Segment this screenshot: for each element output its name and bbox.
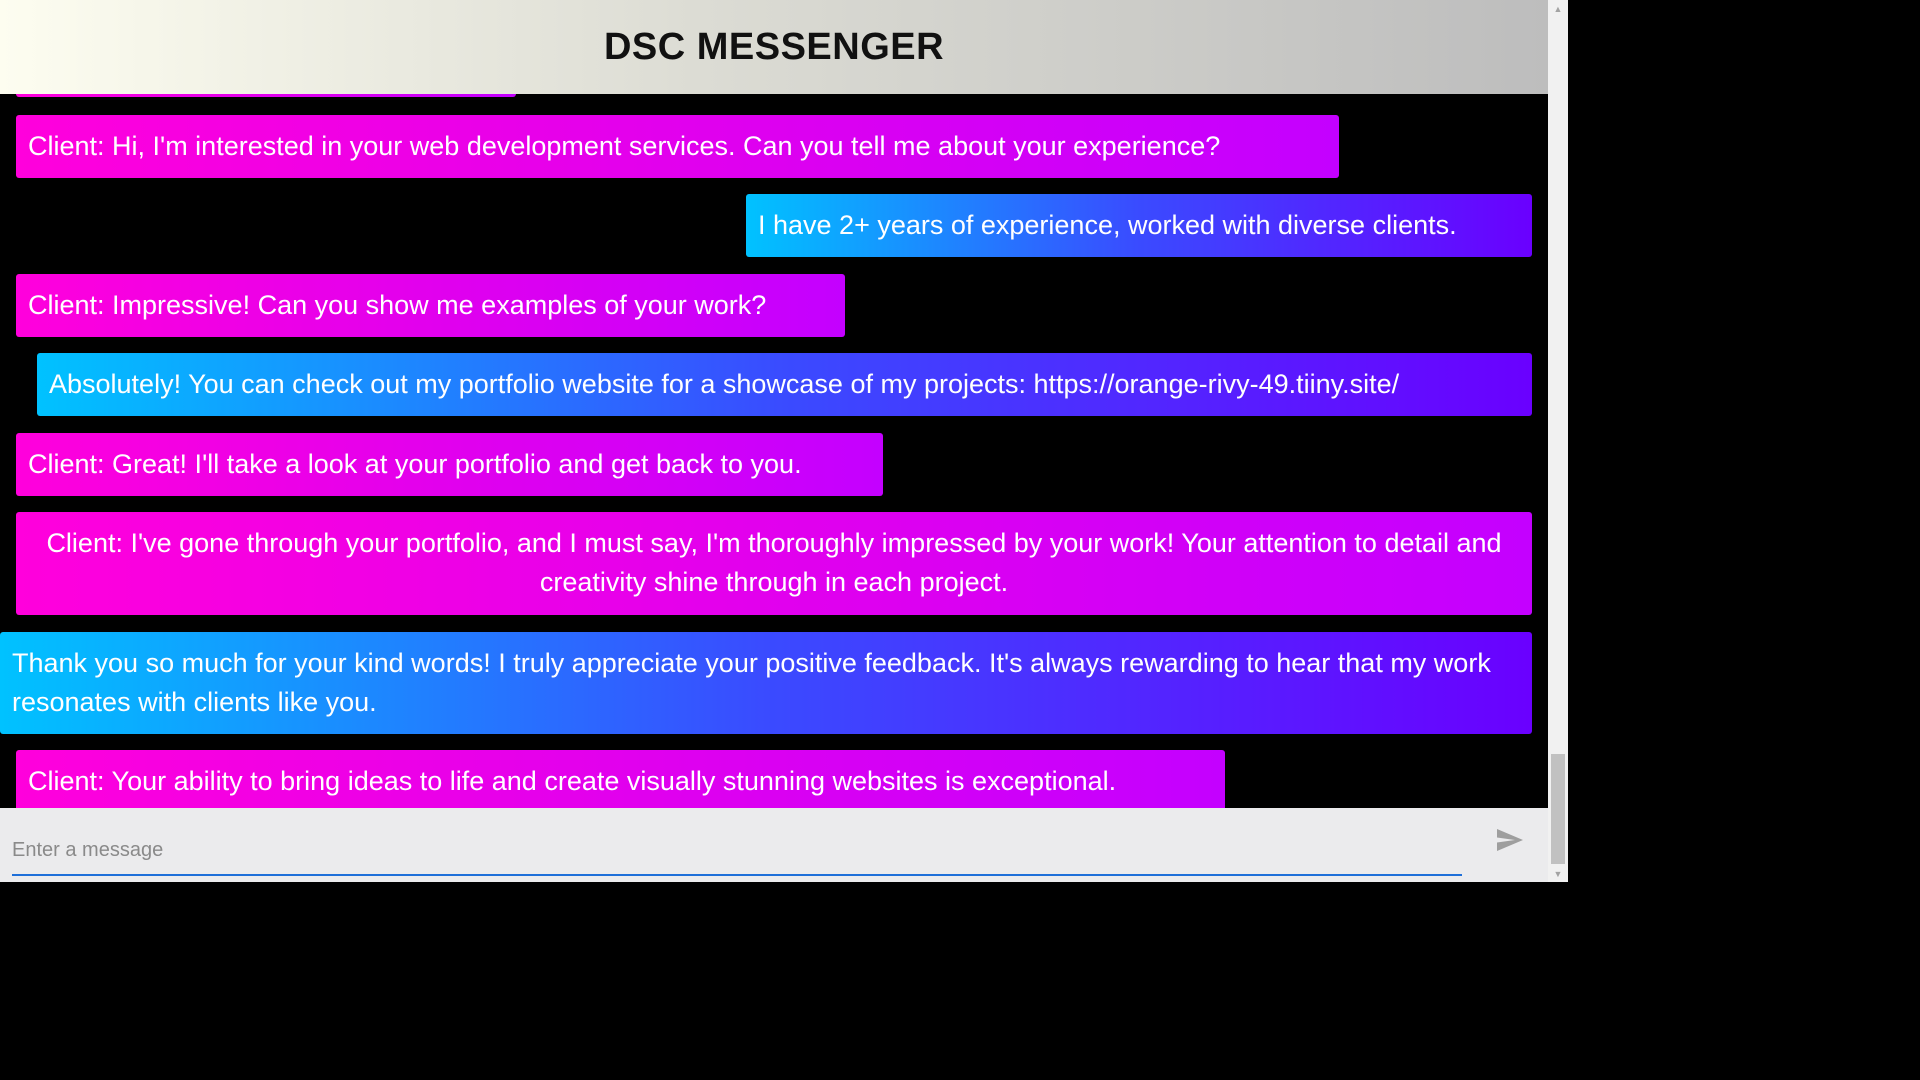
message-list[interactable]: Client: Hi, I'm interested in your web d… [0, 94, 1548, 808]
scroll-down-arrow-icon[interactable]: ▼ [1548, 865, 1568, 882]
message-bubble-client: Client: Great! I'll take a look at your … [16, 433, 883, 496]
scrollbar-thumb[interactable] [1551, 754, 1565, 864]
vertical-scrollbar[interactable]: ▲ ▼ [1548, 0, 1568, 882]
message-bubble-me: I have 2+ years of experience, worked wi… [746, 194, 1532, 257]
scroll-up-arrow-icon[interactable]: ▲ [1548, 0, 1568, 17]
message-bubble-me: Thank you so much for your kind words! I… [0, 632, 1532, 734]
message-bubble-client: Client: I've gone through your portfolio… [16, 512, 1532, 615]
messenger-app: DSC MESSENGER Client: Hi, I'm interested… [0, 0, 1548, 882]
composer-bar [0, 808, 1548, 882]
message-bubble-client: Client: Hi, I'm interested in your web d… [16, 115, 1339, 178]
message-bubble-client: Client: Impressive! Can you show me exam… [16, 274, 845, 337]
send-icon [1497, 829, 1523, 851]
app-title: DSC MESSENGER [603, 25, 945, 68]
message-bubble-me: Absolutely! You can check out my portfol… [37, 353, 1532, 416]
message-bubble-partial [16, 94, 516, 97]
message-input[interactable] [12, 826, 1462, 876]
send-button[interactable] [1490, 820, 1530, 860]
message-bubble-client: Client: Your ability to bring ideas to l… [16, 750, 1225, 808]
header-bar: DSC MESSENGER [0, 0, 1548, 94]
